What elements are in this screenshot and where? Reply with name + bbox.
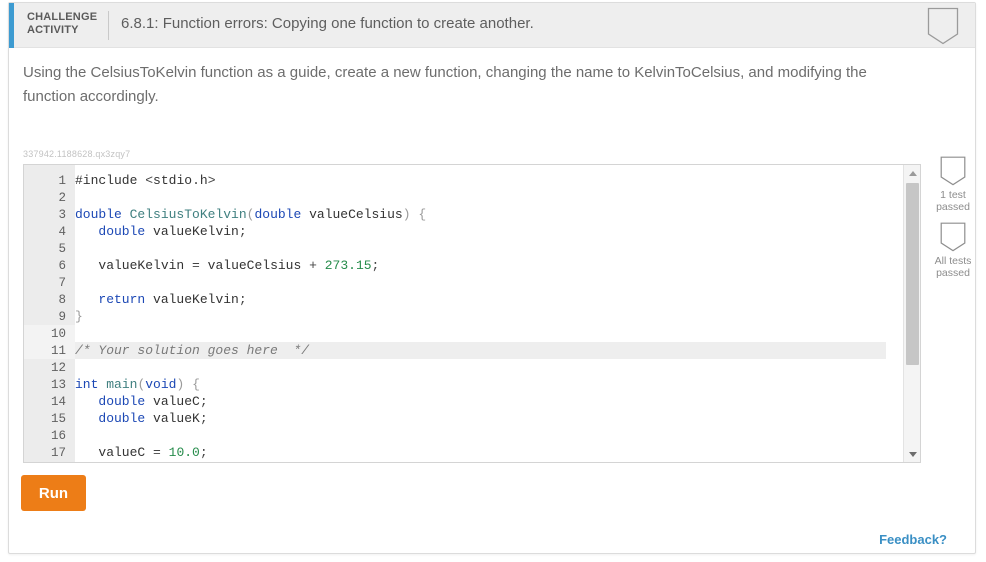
- line-number: 12: [50, 361, 66, 375]
- code-line[interactable]: 13 int main(void) {: [24, 376, 903, 393]
- line-number: 16: [50, 429, 66, 443]
- line-number: 15: [50, 412, 66, 426]
- line-number: 8: [58, 293, 66, 307]
- code-line[interactable]: 8 return valueKelvin;: [24, 291, 903, 308]
- header-divider: [108, 11, 109, 40]
- shield-icon: [940, 222, 966, 252]
- kicker-line-2: ACTIVITY: [27, 24, 79, 36]
- line-source[interactable]: double valueK;: [75, 411, 207, 426]
- code-line[interactable]: 1 #include <stdio.h>: [24, 172, 903, 189]
- code-line[interactable]: 16: [24, 427, 903, 444]
- line-number: 13: [50, 378, 66, 392]
- line-number: 3: [58, 208, 66, 222]
- line-number: 14: [50, 395, 66, 409]
- feedback-link[interactable]: Feedback?: [879, 532, 947, 547]
- code-line[interactable]: 12: [24, 359, 903, 376]
- line-number: 11: [50, 344, 66, 358]
- code-line[interactable]: 5: [24, 240, 903, 257]
- line-number: 5: [58, 242, 66, 256]
- line-source[interactable]: valueKelvin = valueCelsius + 273.15;: [75, 258, 379, 273]
- code-line[interactable]: 2: [24, 189, 903, 206]
- line-number: 1: [58, 174, 66, 188]
- code-line[interactable]: 14 double valueC;: [24, 393, 903, 410]
- code-line[interactable]: 15 double valueK;: [24, 410, 903, 427]
- code-line[interactable]: 9}: [24, 308, 903, 325]
- code-line[interactable]: 6 valueKelvin = valueCelsius + 273.15;: [24, 257, 903, 274]
- code-editor[interactable]: 1 #include <stdio.h> 2 3 double CelsiusToKel…: [23, 164, 921, 463]
- code-line[interactable]: 4 double valueKelvin;: [24, 223, 903, 240]
- code-line[interactable]: 10: [24, 325, 903, 342]
- test-result-item[interactable]: 1 test passed: [922, 156, 984, 213]
- activity-header: CHALLENGE ACTIVITY 6.8.1: Function error…: [9, 3, 975, 48]
- test-result-label-line1: 1 test: [940, 189, 966, 201]
- code-line[interactable]: 7: [24, 274, 903, 291]
- line-source[interactable]: return valueKelvin;: [75, 292, 246, 307]
- header-accent-bar: [9, 3, 14, 48]
- test-result-item[interactable]: All tests passed: [922, 222, 984, 279]
- line-source[interactable]: double valueKelvin;: [75, 224, 246, 239]
- line-source[interactable]: valueC = 10.0;: [75, 445, 207, 460]
- activity-watermark-id: 337942.1188628.qx3zqy7: [23, 149, 131, 159]
- scrollbar-down-arrow-icon[interactable]: [904, 446, 920, 462]
- code-lines-container[interactable]: 1 #include <stdio.h> 2 3 double CelsiusToKel…: [24, 172, 903, 461]
- code-line[interactable]: 11 /* Your solution goes here */: [24, 342, 903, 359]
- test-results-panel: 1 test passed All tests passed: [922, 156, 984, 288]
- code-line[interactable]: 3 double CelsiusToKelvin(double valueCels…: [24, 206, 903, 223]
- line-source[interactable]: int main(void) {: [75, 377, 200, 392]
- scrollbar-thumb[interactable]: [906, 183, 919, 365]
- line-number: 7: [58, 276, 66, 290]
- scrollbar-up-arrow-icon[interactable]: [904, 165, 920, 181]
- activity-title: 6.8.1: Function errors: Copying one func…: [121, 15, 534, 32]
- shield-icon: [940, 156, 966, 186]
- instruction-text: Using the CelsiusToKelvin function as a …: [23, 64, 867, 105]
- line-source[interactable]: #include <stdio.h>: [75, 173, 216, 188]
- code-editor-scrollbar[interactable]: [903, 165, 920, 462]
- test-result-label-line1: All tests: [934, 255, 972, 267]
- line-source[interactable]: double valueC;: [75, 394, 207, 409]
- line-source[interactable]: /* Your solution goes here */: [75, 343, 309, 358]
- line-number: 9: [58, 310, 66, 324]
- test-result-label-line2: passed: [936, 267, 970, 279]
- challenge-activity-card: CHALLENGE ACTIVITY 6.8.1: Function error…: [8, 2, 976, 554]
- line-source[interactable]: }: [75, 309, 83, 324]
- kicker-line-1: CHALLENGE: [27, 11, 98, 23]
- code-editor-viewport[interactable]: 1 #include <stdio.h> 2 3 double CelsiusToKel…: [24, 165, 903, 462]
- test-result-label-line2: passed: [936, 201, 970, 213]
- line-number: 6: [58, 259, 66, 273]
- line-number: 2: [58, 191, 66, 205]
- challenge-activity-kicker: CHALLENGE ACTIVITY: [27, 11, 103, 37]
- line-number: 4: [58, 225, 66, 239]
- line-number: 17: [50, 446, 66, 460]
- line-number: 10: [50, 327, 66, 341]
- code-line[interactable]: 17 valueC = 10.0;: [24, 444, 903, 461]
- bookmark-icon[interactable]: [927, 7, 959, 45]
- run-button[interactable]: Run: [21, 475, 86, 511]
- page-root: CHALLENGE ACTIVITY 6.8.1: Function error…: [0, 0, 986, 562]
- line-source[interactable]: double CelsiusToKelvin(double valueCelsi…: [75, 207, 426, 222]
